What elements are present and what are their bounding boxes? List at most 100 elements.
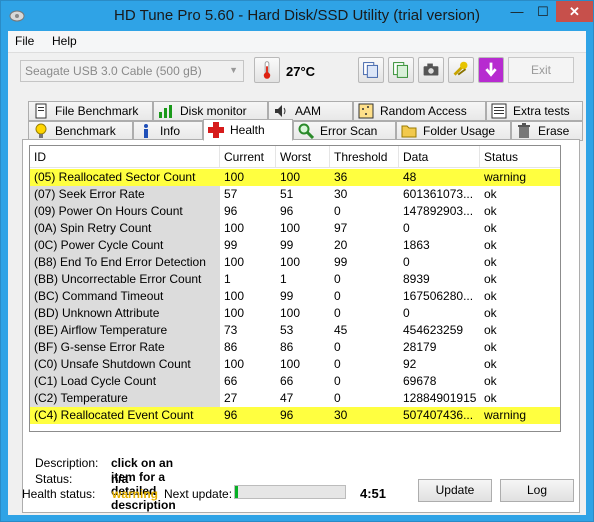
- temperature-button[interactable]: [254, 57, 280, 83]
- tab-erase[interactable]: Erase: [511, 121, 583, 141]
- cell-data: 12884901915: [403, 391, 477, 405]
- tab-extra-tests[interactable]: Extra tests: [486, 101, 583, 121]
- table-row[interactable]: (C0) Unsafe Shutdown Count 100 100 0 92 ok: [30, 356, 560, 373]
- cell-status: ok: [484, 374, 497, 388]
- tab-strip: File Benchmark Disk monitor AAM Random A…: [28, 101, 583, 141]
- table-row[interactable]: (BF) G-sense Error Rate 86 86 0 28179 ok: [30, 339, 560, 356]
- table-row[interactable]: (C4) Reallocated Event Count 96 96 30 507407…: [30, 407, 560, 424]
- cell-status: ok: [484, 204, 497, 218]
- cell-data: 601361073...: [403, 187, 474, 201]
- close-button[interactable]: ✕: [556, 1, 593, 22]
- menu-bar: File Help: [8, 31, 586, 52]
- table-row[interactable]: (BD) Unknown Attribute 100 100 0 0 ok: [30, 305, 560, 322]
- tab-label: Folder Usage: [423, 124, 496, 138]
- cell-data: 0: [403, 221, 410, 235]
- cell-worst: 51: [280, 187, 294, 201]
- tab-aam[interactable]: AAM: [268, 101, 353, 121]
- column-header-worst[interactable]: Worst: [276, 146, 330, 168]
- cell-data: 507407436...: [403, 408, 474, 422]
- cell-id: (C2) Temperature: [30, 390, 220, 407]
- cell-status: ok: [484, 340, 497, 354]
- table-row[interactable]: (BE) Airflow Temperature 73 53 45 454623259 o…: [30, 322, 560, 339]
- cell-threshold: 0: [334, 289, 341, 303]
- save-button[interactable]: [478, 57, 504, 83]
- tab-label: File Benchmark: [55, 104, 139, 118]
- table-row[interactable]: (C1) Load Cycle Count 66 66 0 69678 ok: [30, 373, 560, 390]
- wrench-icon: [453, 61, 468, 76]
- cell-current: 96: [224, 408, 238, 422]
- cell-worst: 100: [280, 357, 301, 371]
- update-button[interactable]: Update: [418, 479, 492, 502]
- footer-bar: Health status: warning Next update: 4:51…: [22, 475, 580, 511]
- cell-worst: 1: [280, 272, 287, 286]
- copy-info-button[interactable]: [388, 57, 414, 83]
- column-header-id[interactable]: ID: [30, 146, 220, 168]
- app-window: HD Tune Pro 5.60 - Hard Disk/SSD Utility…: [0, 0, 594, 522]
- cell-worst: 66: [280, 374, 294, 388]
- tab-error-scan[interactable]: Error Scan: [293, 121, 396, 141]
- next-update-label: Next update:: [164, 487, 233, 501]
- trash-icon: [518, 123, 530, 138]
- health-cross-icon: [208, 122, 224, 138]
- cell-worst: 100: [280, 221, 301, 235]
- cell-worst: 100: [280, 170, 301, 184]
- column-header-data[interactable]: Data: [399, 146, 480, 168]
- disk-monitor-icon: [159, 105, 172, 118]
- tab-label: Benchmark: [55, 124, 116, 138]
- speaker-icon: [275, 105, 286, 117]
- cell-status: ok: [484, 221, 497, 235]
- table-row[interactable]: (07) Seek Error Rate 57 51 30 601361073... ok: [30, 186, 560, 203]
- menu-file[interactable]: File: [15, 34, 34, 48]
- column-header-threshold[interactable]: Threshold: [330, 146, 399, 168]
- health-status-label: Health status:: [22, 487, 96, 501]
- menu-help[interactable]: Help: [52, 34, 77, 48]
- cell-data: 48: [403, 170, 417, 184]
- next-update-time: 4:51: [360, 486, 387, 501]
- cell-id: (BD) Unknown Attribute: [30, 305, 220, 322]
- maximize-button[interactable]: ☐: [530, 1, 556, 22]
- table-row[interactable]: (BB) Uncorrectable Error Count 1 1 0 8939 ok: [30, 271, 560, 288]
- cell-worst: 96: [280, 204, 294, 218]
- table-row[interactable]: (BC) Command Timeout 100 99 0 167506280... ok: [30, 288, 560, 305]
- cell-threshold: 20: [334, 238, 348, 252]
- table-row[interactable]: (05) Reallocated Sector Count 100 100 36 48 w…: [30, 169, 560, 186]
- drive-select[interactable]: Seagate USB 3.0 Cable (500 gB) ▼: [20, 60, 244, 82]
- minimize-button[interactable]: —: [504, 1, 530, 22]
- options-button[interactable]: [448, 57, 474, 83]
- title-bar[interactable]: HD Tune Pro 5.60 - Hard Disk/SSD Utility…: [1, 1, 593, 31]
- tab-health[interactable]: Health: [203, 119, 293, 141]
- tab-random-access[interactable]: Random Access: [353, 101, 486, 121]
- cell-threshold: 99: [334, 255, 348, 269]
- cell-status: ok: [484, 306, 497, 320]
- column-header-status[interactable]: Status: [480, 146, 560, 168]
- cell-status: warning: [484, 408, 527, 422]
- column-header-current[interactable]: Current: [220, 146, 276, 168]
- tab-file-benchmark[interactable]: File Benchmark: [28, 101, 153, 121]
- cell-id: (BB) Uncorrectable Error Count: [30, 271, 220, 288]
- exit-button[interactable]: Exit: [508, 57, 574, 83]
- table-row[interactable]: (09) Power On Hours Count 96 96 0 147892903.…: [30, 203, 560, 220]
- tab-disk-monitor[interactable]: Disk monitor: [153, 101, 268, 121]
- tab-info[interactable]: Info: [133, 121, 203, 141]
- cell-threshold: 97: [334, 221, 348, 235]
- drive-select-value: Seagate USB 3.0 Cable (500 gB): [25, 64, 202, 78]
- copy-text-button[interactable]: [358, 57, 384, 83]
- camera-icon: [423, 63, 439, 76]
- table-row[interactable]: (B8) End To End Error Detection 100 100 99 0…: [30, 254, 560, 271]
- table-row[interactable]: (0C) Power Cycle Count 99 99 20 1863 ok: [30, 237, 560, 254]
- log-button[interactable]: Log: [500, 479, 574, 502]
- cell-data: 8939: [403, 272, 430, 286]
- table-row[interactable]: (C2) Temperature 27 47 0 12884901915 ok: [30, 390, 560, 407]
- table-row[interactable]: (0A) Spin Retry Count 100 100 97 0 ok: [30, 220, 560, 237]
- cell-worst: 100: [280, 306, 301, 320]
- copy-green-icon: [393, 62, 408, 78]
- screenshot-button[interactable]: [418, 57, 444, 83]
- cell-id: (C0) Unsafe Shutdown Count: [30, 356, 220, 373]
- cell-data: 0: [403, 255, 410, 269]
- benchmark-icon: [35, 123, 47, 138]
- tab-benchmark[interactable]: Benchmark: [28, 121, 133, 141]
- cell-threshold: 0: [334, 374, 341, 388]
- tab-folder-usage[interactable]: Folder Usage: [396, 121, 511, 141]
- cell-id: (05) Reallocated Sector Count: [34, 170, 196, 184]
- smart-table[interactable]: ID Current Worst Threshold Data Status (…: [29, 145, 561, 432]
